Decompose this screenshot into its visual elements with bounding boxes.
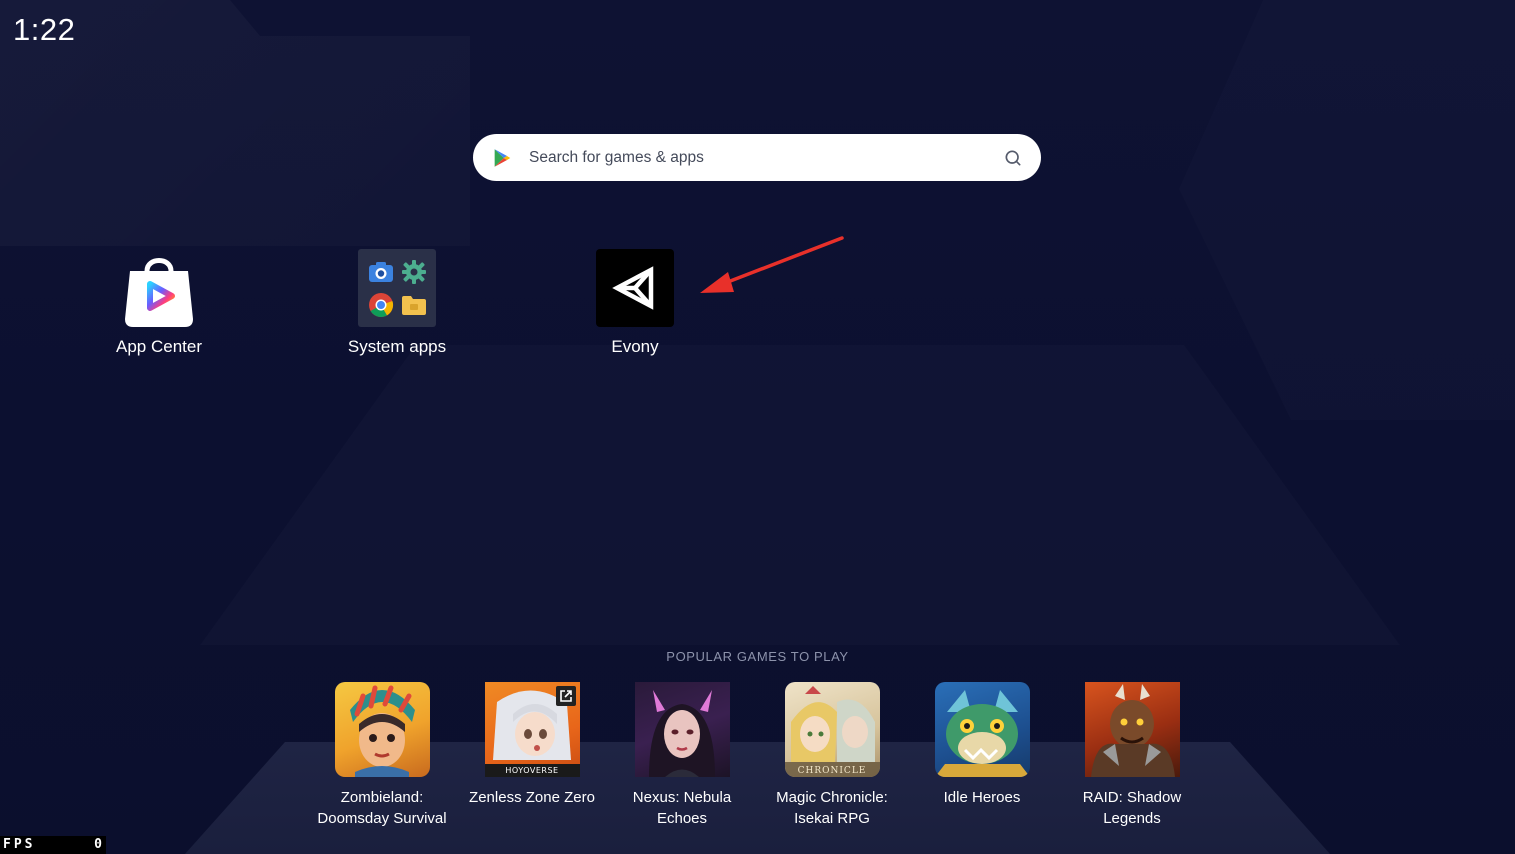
- game-tile[interactable]: RAID: Shadow Legends: [1057, 682, 1207, 829]
- external-link-icon: [555, 686, 576, 706]
- app-label: App Center: [116, 337, 202, 356]
- play-store-icon: [494, 148, 511, 167]
- folder-icon: [399, 290, 428, 319]
- game-label: Magic Chronicle: Isekai RPG: [776, 789, 888, 827]
- system-apps-folder[interactable]: System apps: [332, 249, 462, 357]
- game-tile[interactable]: CHRONICLE Magic Chronicle: Isekai RPG: [757, 682, 907, 829]
- search-bar[interactable]: Search for games & apps: [473, 134, 1041, 181]
- game-thumbnail[interactable]: [1084, 682, 1180, 777]
- search-placeholder[interactable]: Search for games & apps: [529, 149, 1003, 167]
- game-thumbnail[interactable]: [334, 682, 430, 777]
- gear-icon: [399, 257, 428, 286]
- game-label: Nexus: Nebula Echoes: [632, 789, 732, 827]
- app-label: Evony: [611, 337, 659, 356]
- evony-app-icon[interactable]: [596, 249, 674, 327]
- app-center-icon[interactable]: [120, 249, 198, 327]
- game-label: Idle Heroes: [943, 789, 1021, 806]
- app-center-shortcut[interactable]: App Center: [94, 249, 224, 357]
- game-thumbnail[interactable]: [634, 682, 730, 777]
- fps-label: FPS: [3, 837, 36, 852]
- game-badge: HOYOVERSE: [505, 766, 559, 775]
- popular-games-heading: POPULAR GAMES TO PLAY: [666, 649, 849, 664]
- chrome-icon: [366, 290, 395, 319]
- unity-logo-icon: [612, 266, 654, 310]
- fps-value: 0: [94, 837, 102, 852]
- game-thumbnail[interactable]: HOYOVERSE: [484, 682, 580, 777]
- game-label: RAID: Shadow Legends: [1082, 789, 1182, 827]
- game-tile[interactable]: Idle Heroes: [907, 682, 1057, 808]
- system-apps-icon[interactable]: [358, 249, 436, 327]
- search-icon[interactable]: [1003, 148, 1023, 168]
- game-badge: CHRONICLE: [797, 766, 867, 776]
- evony-app[interactable]: Evony: [570, 249, 700, 357]
- game-thumbnail[interactable]: CHRONICLE: [784, 682, 880, 777]
- game-tile[interactable]: HOYOVERSE Zenless Zone Zero: [457, 682, 607, 808]
- home-screen: 1:22 Search for games & apps App Center …: [0, 0, 1515, 854]
- camera-icon: [366, 257, 395, 286]
- game-label: Zenless Zone Zero: [469, 789, 595, 806]
- game-tile[interactable]: Zombieland: Doomsday Survival: [307, 682, 457, 829]
- fps-counter: FPS 0: [0, 836, 106, 854]
- game-label: Zombieland: Doomsday Survival: [317, 789, 447, 827]
- game-thumbnail[interactable]: [934, 682, 1030, 777]
- background-shape: [200, 345, 1400, 645]
- game-tile[interactable]: Nexus: Nebula Echoes: [607, 682, 757, 829]
- app-label: System apps: [347, 337, 447, 356]
- annotation-arrow: [700, 236, 844, 293]
- status-clock: 1:22: [13, 12, 76, 47]
